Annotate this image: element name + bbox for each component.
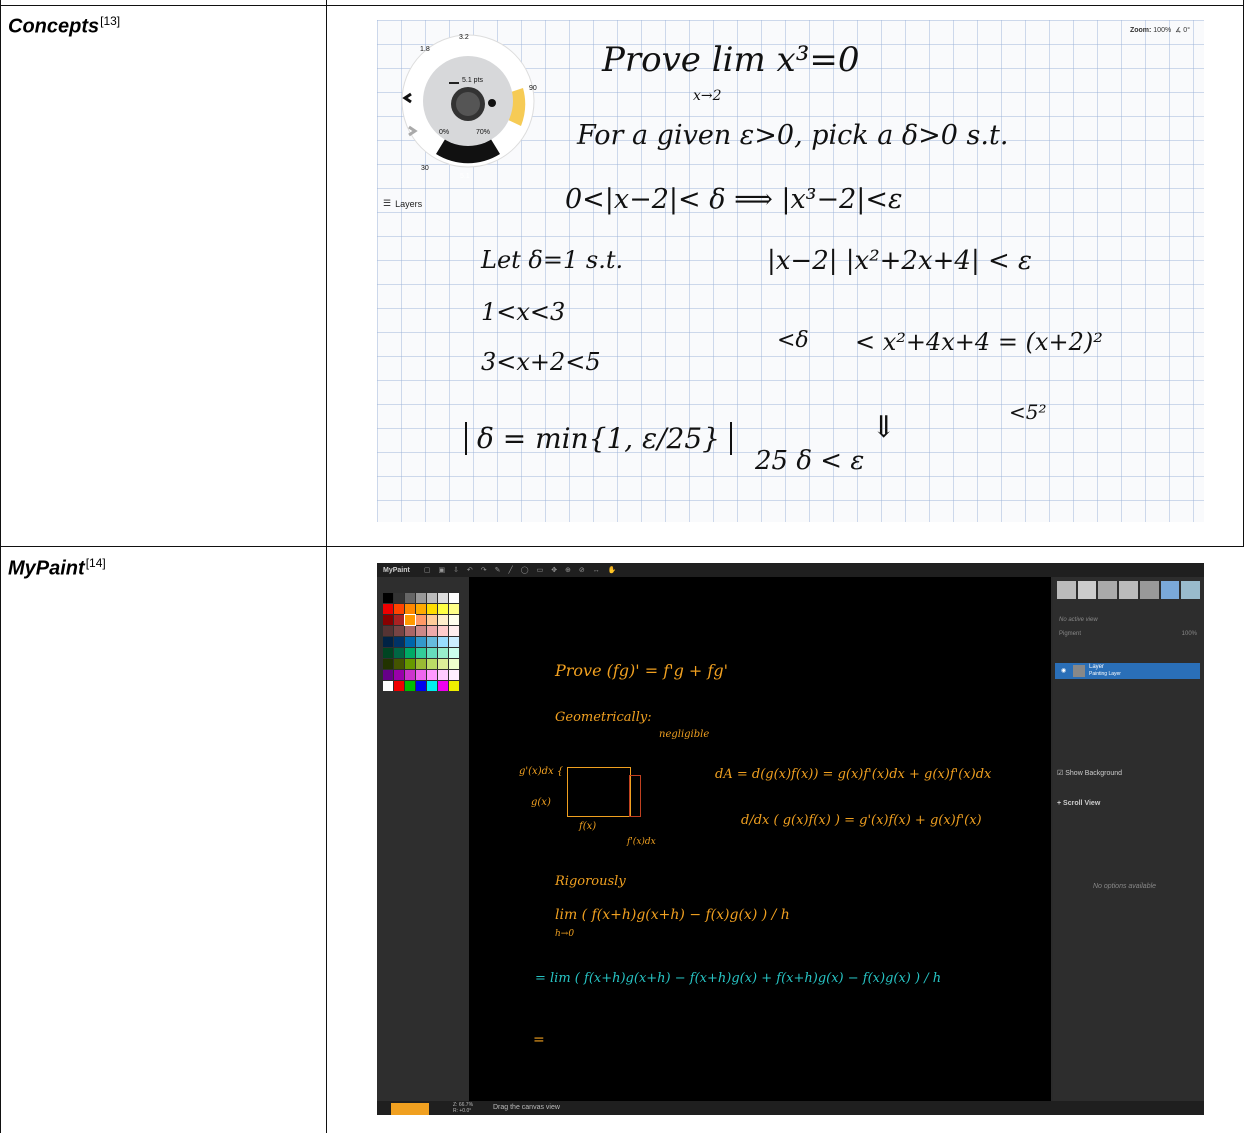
layer-row[interactable]: ◉ Layer Painting Layer [1055, 663, 1200, 679]
ink-line: Prove (fg)' = f'g + fg' [555, 661, 728, 680]
handwriting-line: < x²+4x+4 = (x+2)² [855, 328, 1103, 356]
ink-line: lim ( f(x+h)g(x+h) − f(x)g(x) ) / h [555, 907, 790, 923]
citation-ref[interactable]: [13] [100, 14, 120, 28]
show-background-toggle[interactable]: ☑ Show Background [1057, 769, 1122, 777]
zoom-label: Zoom: [1129, 27, 1152, 34]
ink-line: f(x) [579, 821, 597, 832]
ink-rectangle [629, 775, 641, 817]
color-palette-panel [377, 577, 469, 1101]
show-background-label: Show Background [1065, 770, 1123, 777]
ink-line: Geometrically: [555, 710, 652, 725]
brush-size-text: 5.1 pts [462, 77, 484, 84]
app-name-mypaint: MyPaint[14] [8, 556, 106, 581]
zoom-indicator[interactable]: Zoom: 100% ∡ 0° [1130, 26, 1190, 34]
mypaint-screenshot: MyPaint ▢▣⇩↶↷✎╱◯▭✥⊕⊘↔✋ Prove (fg)' = f'g… [377, 563, 1204, 1115]
status-bar: Z: 66.7% R: +0.0° Drag the canvas view [377, 1101, 1204, 1115]
layer-thumbnail [1073, 665, 1085, 677]
brush-preset-3[interactable]: 5.1 [460, 173, 470, 180]
right-panels: No active view Pigment 100% ◉ Layer Paint… [1053, 577, 1204, 1101]
ink-line: g'(x)dx { [519, 766, 564, 777]
ink-line: f'(x)dx [627, 837, 656, 847]
brush-presets[interactable] [1057, 581, 1201, 599]
ink-line: g(x) [531, 797, 551, 808]
toolbar-icons[interactable]: ▢▣⇩↶↷✎╱◯▭✥⊕⊘↔✋ [424, 566, 625, 574]
color-palette[interactable] [383, 593, 459, 691]
pigment-row[interactable]: Pigment 100% [1059, 631, 1197, 637]
tool-wheel[interactable] [401, 34, 535, 168]
layers-label: Layers [395, 198, 423, 209]
rotation-value: ∡ 0° [1175, 27, 1190, 34]
ink-line: Rigorously [555, 874, 626, 889]
no-active-view-select[interactable]: No active view [1059, 617, 1098, 623]
mypaint-app-title: MyPaint [383, 566, 410, 574]
citation-ref[interactable]: [14] [86, 556, 106, 570]
handwriting-line: |x−2| |x²+2x+4| < ε [767, 246, 1032, 276]
layer-name: Layer [1089, 664, 1105, 670]
visibility-icon[interactable]: ◉ [1061, 667, 1066, 674]
menu-icon: ☰ [383, 198, 392, 208]
handwriting-line: Prove lim x³=0 [602, 40, 860, 80]
brush-preset-1[interactable]: 1.8 [420, 46, 430, 53]
handwriting-line: 3<x+2<5 [481, 348, 601, 376]
table-border-top [0, 5, 1244, 6]
scroll-view-header[interactable]: + Scroll View [1057, 800, 1100, 807]
table-column-divider [326, 0, 327, 1133]
pigment-value: 100% [1181, 631, 1197, 637]
handwriting-line: <δ [777, 328, 809, 353]
ink-line: negligible [659, 729, 710, 740]
handwriting-line: 25 δ < ε [755, 446, 865, 476]
ink-line: h→0 [555, 929, 575, 939]
concepts-screenshot: Zoom: 100% ∡ 0° 5.1 pts 0% 70% 1.8 3.2 5… [377, 20, 1204, 522]
ink-line: = lim ( f(x+h)g(x+h) − f(x+h)g(x) + f(x+… [535, 971, 942, 986]
brush-preset-2[interactable]: 3.2 [459, 34, 469, 41]
table-row-divider [0, 546, 1244, 547]
app-name-text: Concepts [8, 15, 100, 38]
opacity-value-text: 70% [476, 129, 491, 136]
handwriting-line: 1<x<3 [481, 298, 566, 326]
handwriting-answer-box: δ = min{1, ε/25} [465, 422, 732, 455]
handwriting-line: x→2 [693, 88, 722, 104]
layer-type: Painting Layer [1089, 671, 1121, 677]
handwriting-line: 0<|x−2|< δ ⟹ |x³−2|<ε [565, 184, 903, 215]
app-name-concepts: Concepts[13] [8, 14, 120, 39]
app-name-text: MyPaint [8, 557, 85, 580]
brush-preset-5[interactable]: 90 [529, 85, 537, 92]
ink-line: d/dx ( g(x)f(x) ) = g'(x)f(x) + g(x)f'(x… [741, 813, 982, 828]
zoom-value: 100% [1153, 27, 1172, 34]
handwriting-arrow: ⇓ [871, 410, 897, 445]
ink-line: dA = d(g(x)f(x)) = g(x)f'(x)dx + g(x)f'(… [715, 767, 992, 782]
no-options-text: No options available [1093, 883, 1157, 890]
current-color-swatch[interactable] [391, 1103, 429, 1115]
opacity-min-text: 0% [439, 129, 450, 136]
pigment-label: Pigment [1059, 631, 1082, 637]
scroll-view-label: Scroll View [1063, 800, 1101, 807]
handwriting-line: For a given ε>0, pick a δ>0 s.t. [577, 120, 1009, 151]
mypaint-toolbar: MyPaint ▢▣⇩↶↷✎╱◯▭✥⊕⊘↔✋ [377, 563, 1204, 577]
rotation-status: R: +0.0° [453, 1108, 472, 1114]
layers-button[interactable]: ☰ Layers [383, 198, 422, 209]
handwriting-line: Let δ=1 s.t. [481, 246, 624, 274]
drawing-canvas[interactable]: Prove (fg)' = f'g + fg' Geometrically: n… [469, 577, 1051, 1101]
handwriting-line: <5² [1009, 400, 1047, 424]
brush-preset-4[interactable]: 30 [421, 165, 429, 172]
status-message: Drag the canvas view [493, 1104, 560, 1111]
ink-line: = [533, 1032, 545, 1048]
table-border-left [0, 0, 1, 1133]
ink-rectangle [567, 767, 631, 817]
